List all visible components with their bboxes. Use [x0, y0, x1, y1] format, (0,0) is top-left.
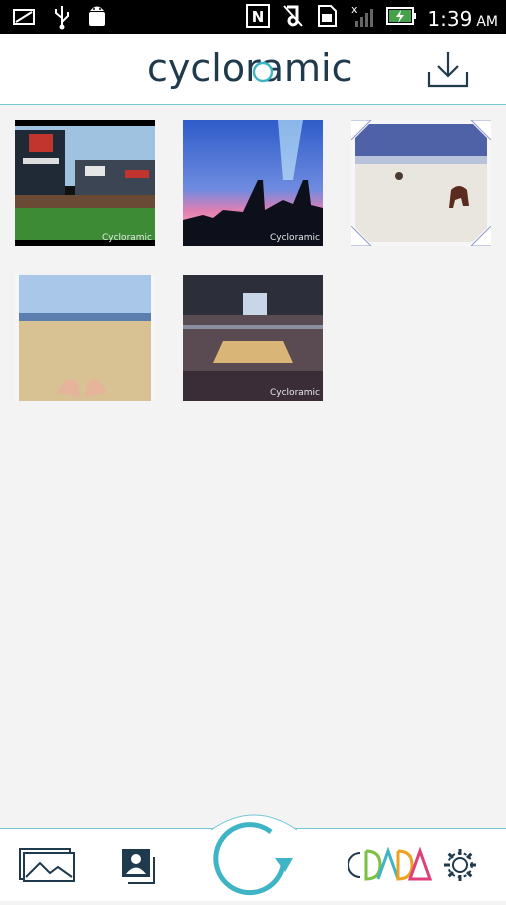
settings-icon: [444, 849, 476, 881]
download-icon: [427, 52, 469, 88]
dada-logo-icon: [347, 846, 433, 881]
logo-ring-icon: [252, 61, 274, 83]
gallery-item-arena[interactable]: Cycloramic: [183, 275, 323, 401]
settings-button[interactable]: [442, 847, 478, 888]
gallery-item-sand[interactable]: [15, 275, 155, 401]
download-button[interactable]: [426, 48, 472, 92]
capture-button[interactable]: [210, 806, 298, 900]
capture-icon: [210, 814, 298, 900]
status-bar: N x 1:39 AM: [0, 0, 506, 34]
sd-card-icon: [315, 3, 339, 34]
profile-gallery-icon: [122, 849, 155, 884]
dada-logo-button[interactable]: [347, 846, 433, 888]
android-debug-icon: [86, 4, 108, 35]
arena-photo: [183, 275, 323, 401]
screenshot-icon: [12, 6, 38, 33]
gallery-icon: [19, 848, 75, 882]
stadium-photo: [15, 120, 155, 246]
profile-gallery-button[interactable]: [120, 847, 160, 892]
app-header: cycloramic: [0, 34, 506, 105]
skyline-photo: [183, 120, 323, 246]
svg-text:x: x: [351, 3, 358, 16]
gallery-item-stadium[interactable]: Cycloramic: [15, 120, 155, 246]
usb-icon: [52, 4, 72, 35]
battery-charging-icon: [385, 5, 417, 32]
nfc-icon: N: [245, 3, 271, 34]
svg-text:N: N: [252, 8, 265, 26]
beach-dog-photo: [351, 120, 491, 246]
watermark: Cycloramic: [270, 233, 320, 243]
clock: 1:39 AM: [427, 6, 498, 31]
gallery-item-skyline[interactable]: Cycloramic: [183, 120, 323, 246]
gallery-button[interactable]: [18, 847, 76, 888]
mute-icon: [281, 3, 305, 34]
app-logo: cycloramic: [147, 46, 353, 90]
watermark: Cycloramic: [102, 233, 152, 243]
gallery-item-beach-dog[interactable]: [351, 120, 491, 246]
sand-photo: [15, 275, 155, 401]
watermark: Cycloramic: [270, 388, 320, 398]
no-signal-icon: x: [349, 3, 375, 34]
